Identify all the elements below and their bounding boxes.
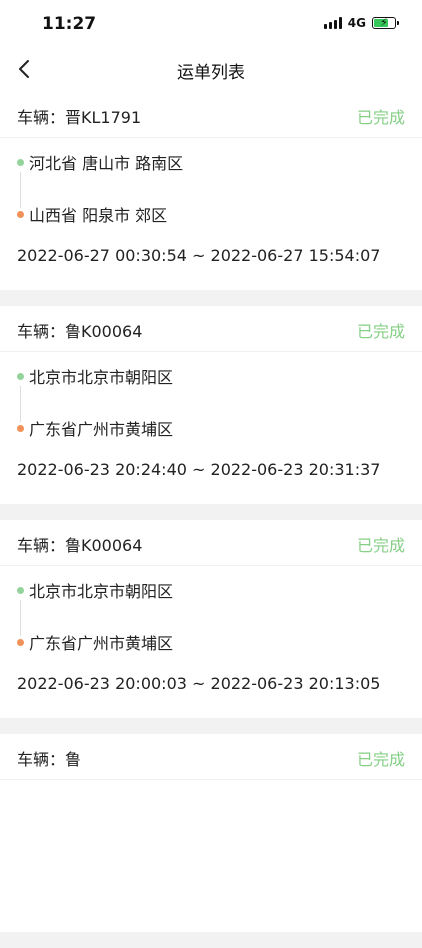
- order-card[interactable]: 车辆：晋KL1791 已完成 河北省 唐山市 路南区 山西省 阳泉市 郊区 20…: [0, 92, 422, 290]
- status-badge: 已完成: [356, 536, 405, 555]
- origin-address: 河北省 唐山市 路南区: [29, 154, 184, 173]
- destination-dot-icon: [17, 424, 24, 432]
- order-card-header: 车辆：晋KL1791 已完成: [0, 92, 422, 138]
- destination: 广东省广州市黄埔区: [17, 630, 173, 654]
- destination-dot-icon: [17, 210, 24, 218]
- vehicle-plate: 车辆：鲁K00064: [17, 536, 143, 555]
- vehicle-plate: 车辆：鲁K00064: [17, 322, 143, 341]
- network-type: 4G: [347, 16, 366, 30]
- destination-address: 山西省 阳泉市 郊区: [29, 206, 168, 225]
- origin-dot-icon: [17, 586, 24, 594]
- origin-address: 北京市北京市朝阳区: [29, 582, 174, 601]
- status-badge: 已完成: [356, 322, 405, 341]
- order-card[interactable]: 车辆：鲁K00064 已完成 北京市北京市朝阳区 广东省广州市黄埔区 2022-…: [0, 306, 422, 504]
- status-indicators: 4G ⚡: [323, 16, 399, 30]
- order-card-header: 车辆：鲁K00064 已完成: [0, 306, 422, 352]
- time-range: 2022-06-23 20:24:40 ~ 2022-06-23 20:31:3…: [17, 460, 381, 479]
- origin-dot-icon: [17, 158, 24, 166]
- origin: 北京市北京市朝阳区: [17, 364, 173, 388]
- destination-address: 广东省广州市黄埔区: [29, 634, 174, 653]
- status-time: 11:27: [42, 14, 97, 34]
- route: 北京市北京市朝阳区 广东省广州市黄埔区: [0, 352, 422, 464]
- destination-dot-icon: [17, 638, 24, 646]
- order-list: 车辆：晋KL1791 已完成 河北省 唐山市 路南区 山西省 阳泉市 郊区 20…: [0, 92, 422, 948]
- origin: 北京市北京市朝阳区: [17, 578, 173, 602]
- order-card-header: 车辆：鲁 已完成: [0, 734, 422, 780]
- route: 北京市北京市朝阳区 广东省广州市黄埔区: [0, 566, 422, 678]
- origin-address: 北京市北京市朝阳区: [29, 368, 174, 387]
- vehicle-plate: 车辆：晋KL1791: [17, 108, 142, 127]
- status-badge: 已完成: [356, 108, 405, 127]
- origin: 河北省 唐山市 路南区: [17, 150, 183, 174]
- order-card[interactable]: 车辆：鲁K00064 已完成 北京市北京市朝阳区 广东省广州市黄埔区 2022-…: [0, 520, 422, 718]
- route: 河北省 唐山市 路南区 山西省 阳泉市 郊区: [0, 138, 422, 250]
- status-bar: 11:27 4G ⚡: [0, 0, 422, 46]
- time-range: 2022-06-27 00:30:54 ~ 2022-06-27 15:54:0…: [17, 246, 381, 265]
- destination: 山西省 阳泉市 郊区: [17, 202, 167, 226]
- origin-dot-icon: [17, 372, 24, 380]
- order-card-header: 车辆：鲁K00064 已完成: [0, 520, 422, 566]
- time-range: 2022-06-23 20:00:03 ~ 2022-06-23 20:13:0…: [17, 674, 381, 693]
- destination-address: 广东省广州市黄埔区: [29, 420, 174, 439]
- destination: 广东省广州市黄埔区: [17, 416, 173, 440]
- nav-bar: 运单列表: [0, 46, 422, 92]
- cellular-signal-icon: [323, 17, 342, 29]
- page-title: 运单列表: [177, 63, 245, 83]
- battery-charging-icon: ⚡: [372, 16, 399, 29]
- order-card[interactable]: 车辆：鲁 已完成: [0, 734, 422, 932]
